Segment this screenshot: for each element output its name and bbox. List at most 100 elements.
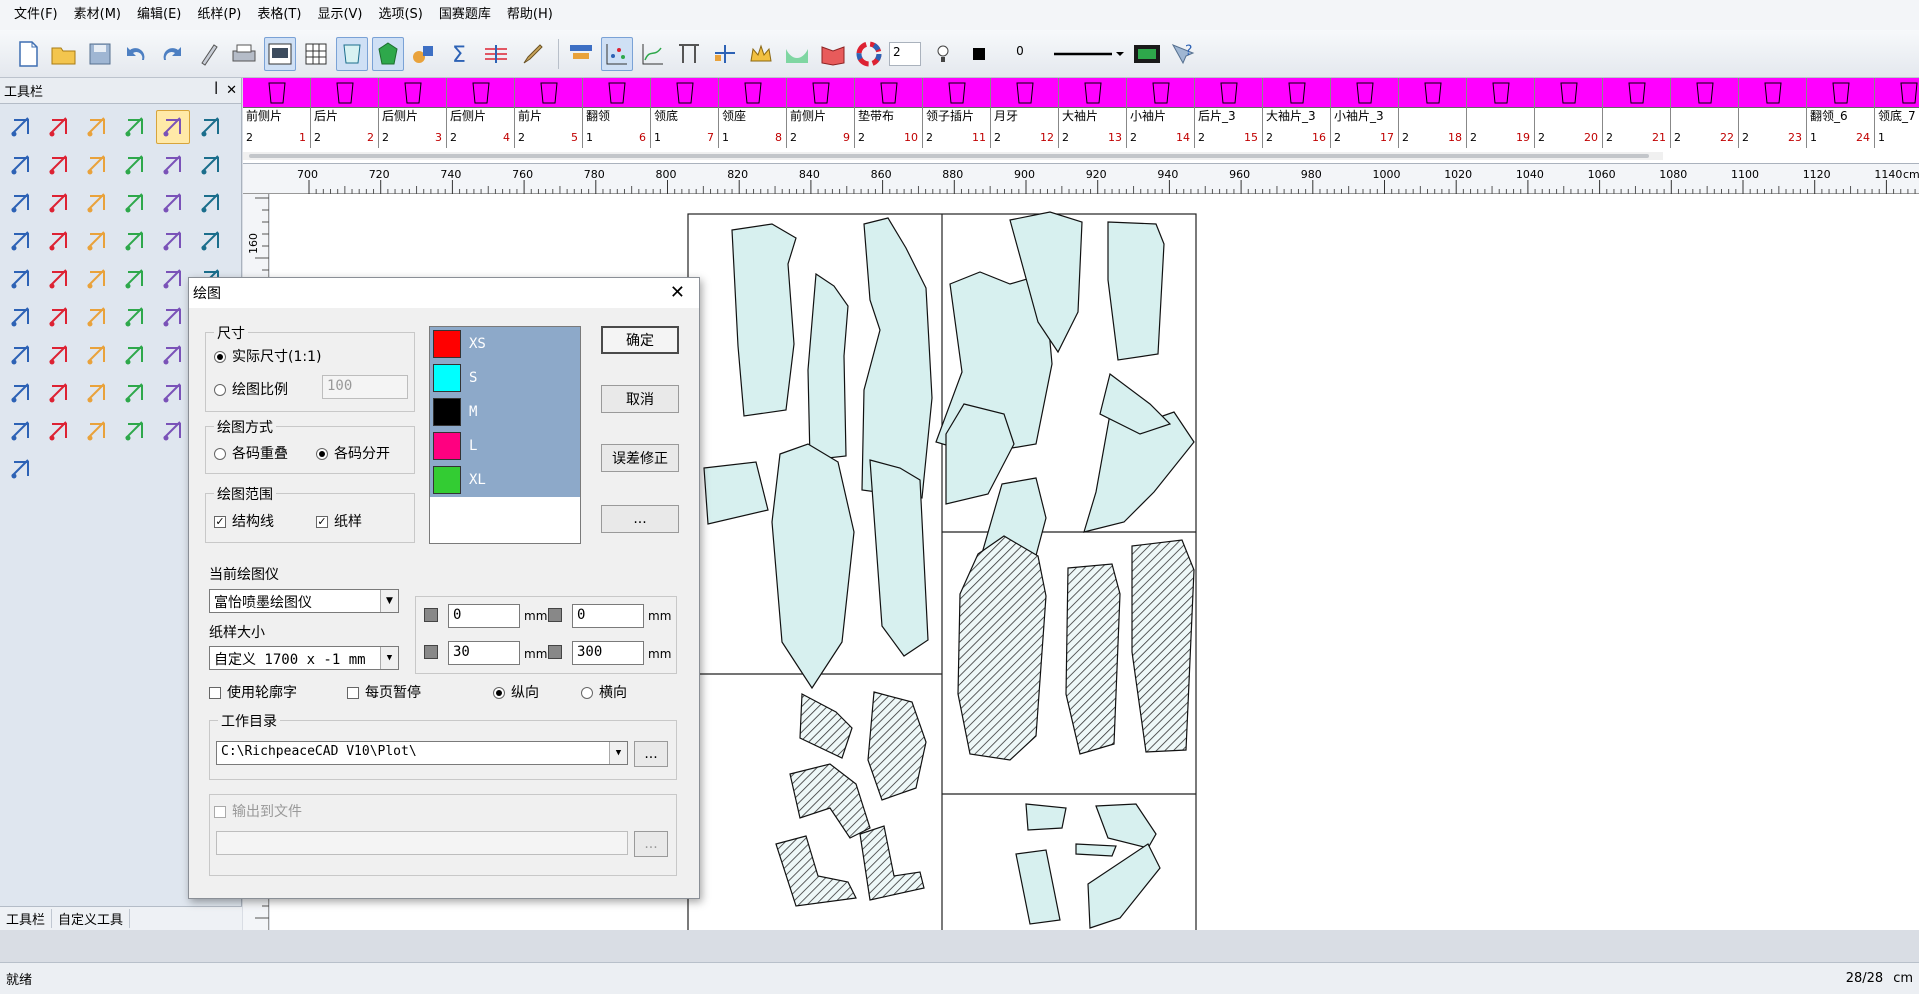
table-tool-icon[interactable]	[80, 262, 114, 296]
piece-fill-icon[interactable]	[372, 36, 404, 71]
line-style-dropdown[interactable]	[1047, 37, 1127, 71]
grid-icon[interactable]	[118, 224, 152, 258]
ruler-icon[interactable]	[194, 110, 228, 144]
piece-cell[interactable]: 后侧片 2 3	[379, 78, 447, 148]
grading-icon[interactable]	[673, 37, 705, 71]
arc-tool-icon[interactable]	[4, 186, 38, 220]
sigma-icon[interactable]: Σ	[444, 37, 476, 71]
menu-view[interactable]: 显示(V)	[309, 0, 370, 30]
line-width-field[interactable]: 2	[889, 41, 921, 66]
margin-b-field[interactable]: 300	[572, 641, 644, 665]
offset-icon[interactable]	[4, 452, 38, 486]
dart-icon[interactable]	[42, 148, 76, 182]
workdir-browse-button[interactable]: ...	[634, 741, 668, 767]
ruler-pen-icon[interactable]	[192, 37, 224, 71]
tab-custom-tools[interactable]: 自定义工具	[52, 909, 131, 928]
hatch-icon[interactable]	[4, 376, 38, 410]
hook-icon[interactable]	[156, 262, 190, 296]
knife-icon[interactable]	[4, 148, 38, 182]
structure-line-checkbox[interactable]: ✓	[214, 516, 226, 528]
piece-cell[interactable]: 小袖片 2 14	[1127, 78, 1195, 148]
drill-icon[interactable]	[156, 300, 190, 334]
film-icon[interactable]	[1131, 37, 1163, 71]
piece-cell[interactable]: 前片 2 5	[515, 78, 583, 148]
measure-lines-icon[interactable]	[480, 37, 512, 71]
structure-line-option[interactable]: ✓ 结构线	[214, 511, 274, 531]
pause-each-option[interactable]: 每页暂停	[347, 682, 421, 702]
actual-size-option[interactable]: 实际尺寸(1:1)	[214, 346, 321, 366]
actual-size-radio[interactable]	[214, 351, 226, 363]
landscape-option[interactable]: 横向	[581, 682, 627, 702]
close-icon[interactable]: ✕	[226, 83, 237, 98]
save-piece-icon[interactable]	[80, 376, 114, 410]
hem-icon[interactable]	[118, 414, 152, 448]
curve-chart-icon[interactable]	[637, 37, 669, 71]
separate-option[interactable]: 各码分开	[316, 443, 390, 463]
overlap-radio[interactable]	[214, 448, 226, 460]
sleeve-icon[interactable]	[42, 300, 76, 334]
brush-icon[interactable]	[516, 37, 548, 71]
copy-icon[interactable]	[118, 338, 152, 372]
mirror-icon[interactable]	[80, 338, 114, 372]
scatter-grid-icon[interactable]	[601, 36, 633, 71]
piece-cell[interactable]: 后片 2 2	[311, 78, 379, 148]
menu-options[interactable]: 选项(S)	[370, 0, 430, 30]
menu-material[interactable]: 素材(M)	[66, 0, 129, 30]
undo-icon[interactable]	[120, 37, 152, 71]
cancel-button[interactable]: 取消	[601, 385, 679, 413]
overlap-option[interactable]: 各码重叠	[214, 443, 288, 463]
output-file-checkbox[interactable]	[214, 806, 226, 818]
new-file-icon[interactable]	[12, 37, 44, 71]
piece-cell[interactable]: 前侧片 2 1	[243, 78, 311, 148]
menu-question-bank[interactable]: 国赛题库	[431, 0, 499, 30]
corner-icon[interactable]	[80, 414, 114, 448]
merge-icon[interactable]	[42, 414, 76, 448]
bodice-view-icon[interactable]	[336, 36, 368, 71]
stitch-icon[interactable]	[156, 414, 190, 448]
dress-icon[interactable]	[118, 376, 152, 410]
menu-edit[interactable]: 编辑(E)	[129, 0, 189, 30]
redo-icon[interactable]	[156, 37, 188, 71]
more-button[interactable]: ...	[601, 505, 679, 533]
piece-cell[interactable]: 领底_7125	[1875, 78, 1919, 148]
pleat-icon[interactable]	[4, 262, 38, 296]
size-row-m[interactable]: M	[430, 395, 580, 429]
crown-icon[interactable]	[745, 37, 777, 71]
print-icon[interactable]	[228, 37, 260, 71]
piece-cell[interactable]: 2 21	[1603, 78, 1671, 148]
color-square-icon[interactable]	[963, 37, 995, 71]
link-icon[interactable]	[118, 186, 152, 220]
menu-file[interactable]: 文件(F)	[6, 0, 66, 30]
offset-top-field[interactable]: 0	[448, 604, 520, 628]
compass-icon[interactable]	[194, 186, 228, 220]
pen-icon[interactable]	[156, 110, 190, 144]
draw-scale-radio[interactable]	[214, 384, 226, 396]
pattern-icon[interactable]	[42, 376, 76, 410]
align-icon[interactable]	[4, 338, 38, 372]
flip-icon[interactable]	[194, 224, 228, 258]
layer-icon[interactable]	[156, 338, 190, 372]
piece-cell[interactable]: 2 20	[1535, 78, 1603, 148]
piece-cell[interactable]: 领座 1 8	[719, 78, 787, 148]
plot-icon[interactable]	[264, 36, 296, 71]
bulb-icon[interactable]	[927, 37, 959, 71]
pattern-checkbox[interactable]: ✓	[316, 516, 328, 528]
error-fix-button[interactable]: 误差修正	[601, 444, 679, 472]
piece-cell[interactable]: 翻领 1 6	[583, 78, 651, 148]
size-color-list[interactable]: XS S M L XL	[429, 326, 581, 544]
menu-table[interactable]: 表格(T)	[249, 0, 309, 30]
ok-button[interactable]: 确定	[601, 326, 679, 354]
button-icon[interactable]	[80, 300, 114, 334]
piece-strip-scrollbar[interactable]	[243, 152, 1663, 160]
piece-cell[interactable]: 翻领_6 1 24	[1807, 78, 1875, 148]
piece-cell[interactable]: 2 19	[1467, 78, 1535, 148]
output-file-option[interactable]: 输出到文件	[214, 801, 302, 821]
piece-cell[interactable]: 垫带布 2 10	[855, 78, 923, 148]
save-icon[interactable]	[84, 37, 116, 71]
color-wheel-icon[interactable]	[853, 37, 885, 71]
line-icon[interactable]	[118, 148, 152, 182]
pattern-option[interactable]: ✓ 纸样	[316, 511, 362, 531]
chain-icon[interactable]	[118, 262, 152, 296]
layout-icon[interactable]	[565, 37, 597, 71]
dialog-close-icon[interactable]: ✕	[670, 282, 685, 303]
